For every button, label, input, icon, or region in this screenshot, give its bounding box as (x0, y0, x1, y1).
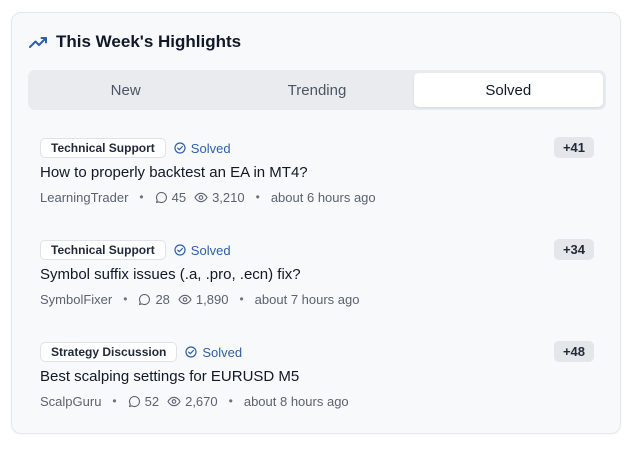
status-badge: Solved (185, 345, 242, 360)
comment-icon (128, 395, 140, 407)
comment-count: 45 (171, 189, 187, 205)
score-badge: +41 (553, 137, 594, 158)
view-count: 1,890 (195, 291, 229, 307)
separator-dot: • (112, 394, 117, 408)
category-badge[interactable]: Technical Support (40, 240, 166, 260)
category-badge[interactable]: Strategy Discussion (40, 342, 178, 362)
view-count: 2,670 (185, 393, 218, 409)
score-badge: +34 (553, 239, 594, 260)
separator-dot: • (123, 292, 128, 306)
highlights-card: This Week's Highlights New Trending Solv… (11, 12, 621, 434)
post-author[interactable]: SymbolFixer (40, 292, 112, 307)
post-title[interactable]: Symbol suffix issues (.a, .pro, .ecn) fi… (40, 266, 301, 283)
list-item: Strategy Discussion Solved +48 Best scal… (40, 341, 594, 413)
tab-solved[interactable]: Solved (413, 73, 603, 107)
post-meta: LearningTrader • 45 3,210 • about 6 hour… (40, 188, 376, 206)
separator-dot: • (239, 292, 244, 306)
list-item: Technical Support Solved +41 How to prop… (40, 137, 594, 209)
comment-icon (139, 293, 151, 305)
category-badge[interactable]: Technical Support (40, 138, 166, 158)
status-badge: Solved (174, 243, 231, 258)
post-author[interactable]: ScalpGuru (40, 394, 101, 409)
post-time: about 7 hours ago (254, 291, 360, 307)
list-item: Technical Support Solved +34 Symbol suff… (40, 239, 594, 311)
status-badge: Solved (174, 141, 231, 156)
post-time: about 8 hours ago (243, 393, 349, 409)
view-count: 3,210 (212, 189, 245, 205)
post-meta: SymbolFixer • 28 1,890 • about 7 hours a… (40, 290, 359, 308)
eye-icon (178, 294, 192, 304)
post-title[interactable]: Best scalping settings for EURUSD M5 (40, 368, 299, 385)
separator-dot: • (255, 190, 260, 204)
separator-dot: • (228, 394, 233, 408)
tab-new[interactable]: New (31, 73, 220, 107)
check-circle-icon (185, 346, 197, 358)
check-circle-icon (174, 142, 186, 154)
separator-dot: • (139, 190, 144, 204)
card-title: This Week's Highlights (56, 32, 242, 51)
eye-icon (167, 396, 181, 406)
post-time: about 6 hours ago (270, 189, 376, 205)
trending-up-icon (28, 32, 48, 52)
card-header: This Week's Highlights (28, 30, 241, 54)
status-label: Solved (190, 140, 231, 156)
status-label: Solved (202, 344, 243, 360)
check-circle-icon (174, 244, 186, 256)
post-author[interactable]: LearningTrader (40, 190, 128, 205)
tab-trending[interactable]: Trending (222, 73, 411, 107)
eye-icon (194, 192, 208, 202)
score-badge: +48 (553, 341, 594, 362)
post-meta: ScalpGuru • 52 2,670 • about 8 hours ago (40, 392, 349, 410)
status-label: Solved (190, 242, 231, 258)
comment-count: 52 (144, 393, 160, 409)
comment-count: 28 (155, 291, 170, 307)
tab-bar: New Trending Solved (28, 70, 606, 110)
comment-icon (155, 191, 167, 203)
post-title[interactable]: How to properly backtest an EA in MT4? (40, 164, 308, 181)
